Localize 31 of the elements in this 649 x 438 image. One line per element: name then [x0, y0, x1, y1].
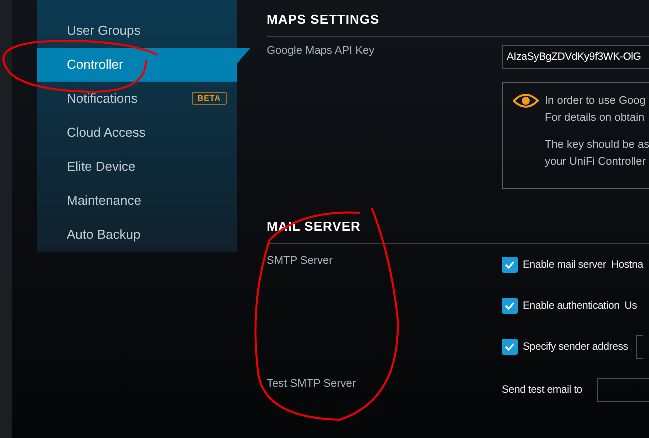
info-text: In order to use Goog For details on obtain [545, 94, 647, 126]
field-label: Test SMTP Server [267, 378, 356, 390]
field-label: Google Maps API Key [267, 45, 375, 57]
section-heading: MAPS SETTINGS [267, 12, 649, 37]
menu-item[interactable]: Maintenance [37, 184, 237, 218]
email-field[interactable] [597, 378, 649, 402]
field-label: Us [624, 300, 638, 312]
input-field[interactable] [636, 335, 644, 359]
selection-notch-icon [237, 48, 251, 64]
checkbox-label: Enable authentication [523, 300, 620, 312]
check-icon [505, 343, 515, 351]
field-label: SMTP Server [267, 255, 333, 267]
checkbox[interactable] [502, 339, 518, 355]
menu-item[interactable]: Notifications BETA [37, 82, 237, 116]
check-icon [505, 302, 515, 310]
menu-item-label: Notifications [67, 91, 138, 106]
checkbox[interactable] [502, 298, 518, 314]
menu-item[interactable]: Controller [37, 48, 237, 82]
eye-icon [513, 93, 539, 109]
field-label: Send test email to [502, 384, 582, 396]
menu-item[interactable]: Auto Backup [37, 218, 237, 252]
checkbox[interactable] [502, 257, 518, 273]
checkbox-label: Enable mail server [523, 259, 606, 271]
menu-item[interactable]: Cloud Access [37, 116, 237, 150]
menu-item[interactable]: Elite Device [37, 150, 237, 184]
info-note: The key should be as your UniFi Controller [545, 138, 649, 170]
api-key-field[interactable]: AIzaSyBgZDVdKy9f3WK-OlG [502, 45, 649, 69]
check-icon [505, 261, 515, 269]
checkbox-label: Specify sender address [523, 341, 628, 353]
field-label: Hostna [611, 259, 644, 271]
beta-badge: BETA [192, 92, 227, 105]
